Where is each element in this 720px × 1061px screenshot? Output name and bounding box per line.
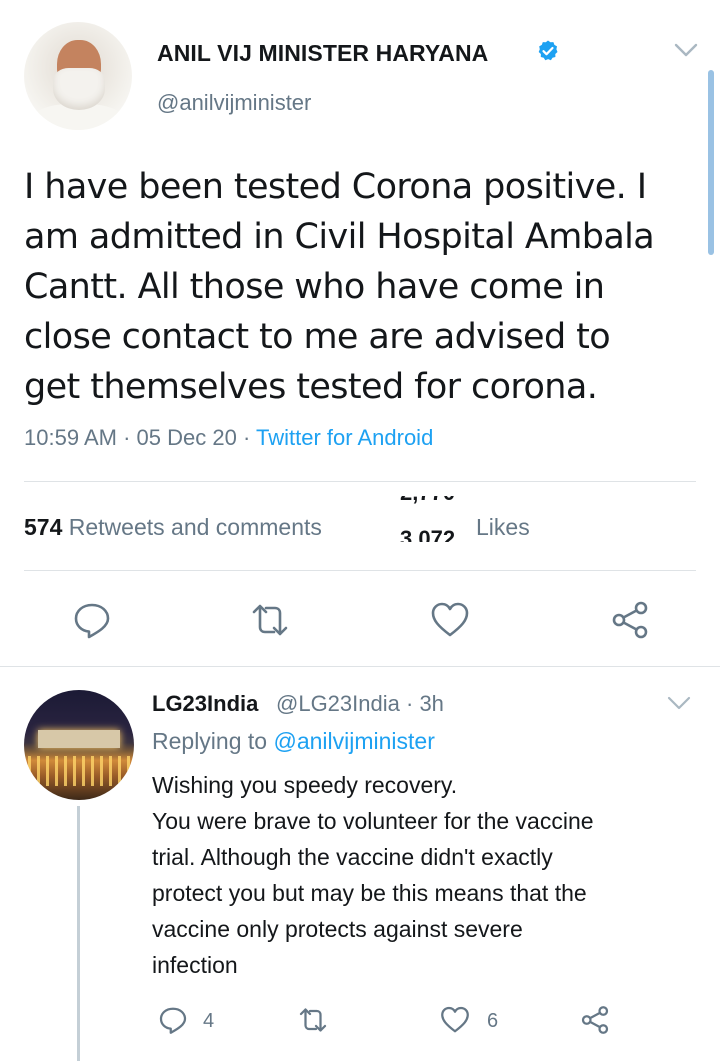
reply-age: 3h xyxy=(419,691,444,716)
divider xyxy=(24,570,696,571)
likes-count-top: 2,770 xyxy=(400,496,455,506)
share-icon[interactable] xyxy=(580,1005,610,1035)
likes-label[interactable]: Likes xyxy=(476,514,530,541)
tweet-meta: 10:59 AM · 05 Dec 20 · Twitter for Andro… xyxy=(24,425,433,451)
verified-badge-icon xyxy=(538,40,558,61)
retweets-label: Retweets and comments xyxy=(68,514,322,540)
reply-author-handle: @LG23India xyxy=(276,691,400,716)
author-name[interactable]: ANIL VIJ MINISTER HARYANA xyxy=(157,40,488,67)
reply-icon[interactable] xyxy=(158,1005,188,1035)
replying-to: Replying to @anilvijminister xyxy=(152,728,435,755)
tweet-text: I have been tested Corona positive. I am… xyxy=(24,167,655,407)
tweet-date: 05 Dec 20 xyxy=(136,425,237,450)
likes-count-bottom: 3,072 xyxy=(400,526,456,542)
reply-reply-count: 4 xyxy=(203,1010,215,1032)
reply-text: Wishing you speedy recovery. You were br… xyxy=(152,772,594,978)
divider xyxy=(24,481,696,482)
chevron-down-icon[interactable] xyxy=(672,40,700,60)
replying-prefix: Replying to xyxy=(152,728,268,754)
tweet-time: 10:59 AM xyxy=(24,425,117,450)
avatar-palace xyxy=(38,730,120,748)
tweet-source-link[interactable]: Twitter for Android xyxy=(256,425,433,450)
avatar-lights xyxy=(28,756,130,786)
scroll-indicator[interactable] xyxy=(708,70,714,255)
reply-like-count: 6 xyxy=(487,1010,499,1032)
reply-author-name[interactable]: LG23India xyxy=(152,691,258,717)
retweets-count: 574 xyxy=(24,514,63,540)
meta-separator: · xyxy=(123,425,137,450)
retweet-icon[interactable] xyxy=(250,600,290,640)
retweet-icon[interactable] xyxy=(298,1005,328,1035)
reply-handle-time[interactable]: @LG23India · 3h xyxy=(276,691,444,717)
author-handle[interactable]: @anilvijminister xyxy=(157,90,311,116)
avatar-beard xyxy=(53,68,105,110)
share-icon[interactable] xyxy=(610,600,650,640)
reply-icon[interactable] xyxy=(72,600,112,640)
like-icon[interactable] xyxy=(430,600,470,640)
chevron-down-icon[interactable] xyxy=(666,694,692,712)
meta-separator: · xyxy=(405,691,420,716)
meta-separator: · xyxy=(242,425,256,450)
retweets-stat[interactable]: 574 Retweets and comments xyxy=(24,514,322,541)
thread-line xyxy=(77,806,80,1061)
author-avatar[interactable] xyxy=(24,22,132,130)
divider xyxy=(0,666,720,667)
replying-to-link[interactable]: @anilvijminister xyxy=(273,728,434,754)
reply-author-avatar[interactable] xyxy=(24,690,134,800)
likes-count[interactable]: 2,770 3,072 xyxy=(398,496,468,542)
like-icon[interactable] xyxy=(440,1005,470,1035)
